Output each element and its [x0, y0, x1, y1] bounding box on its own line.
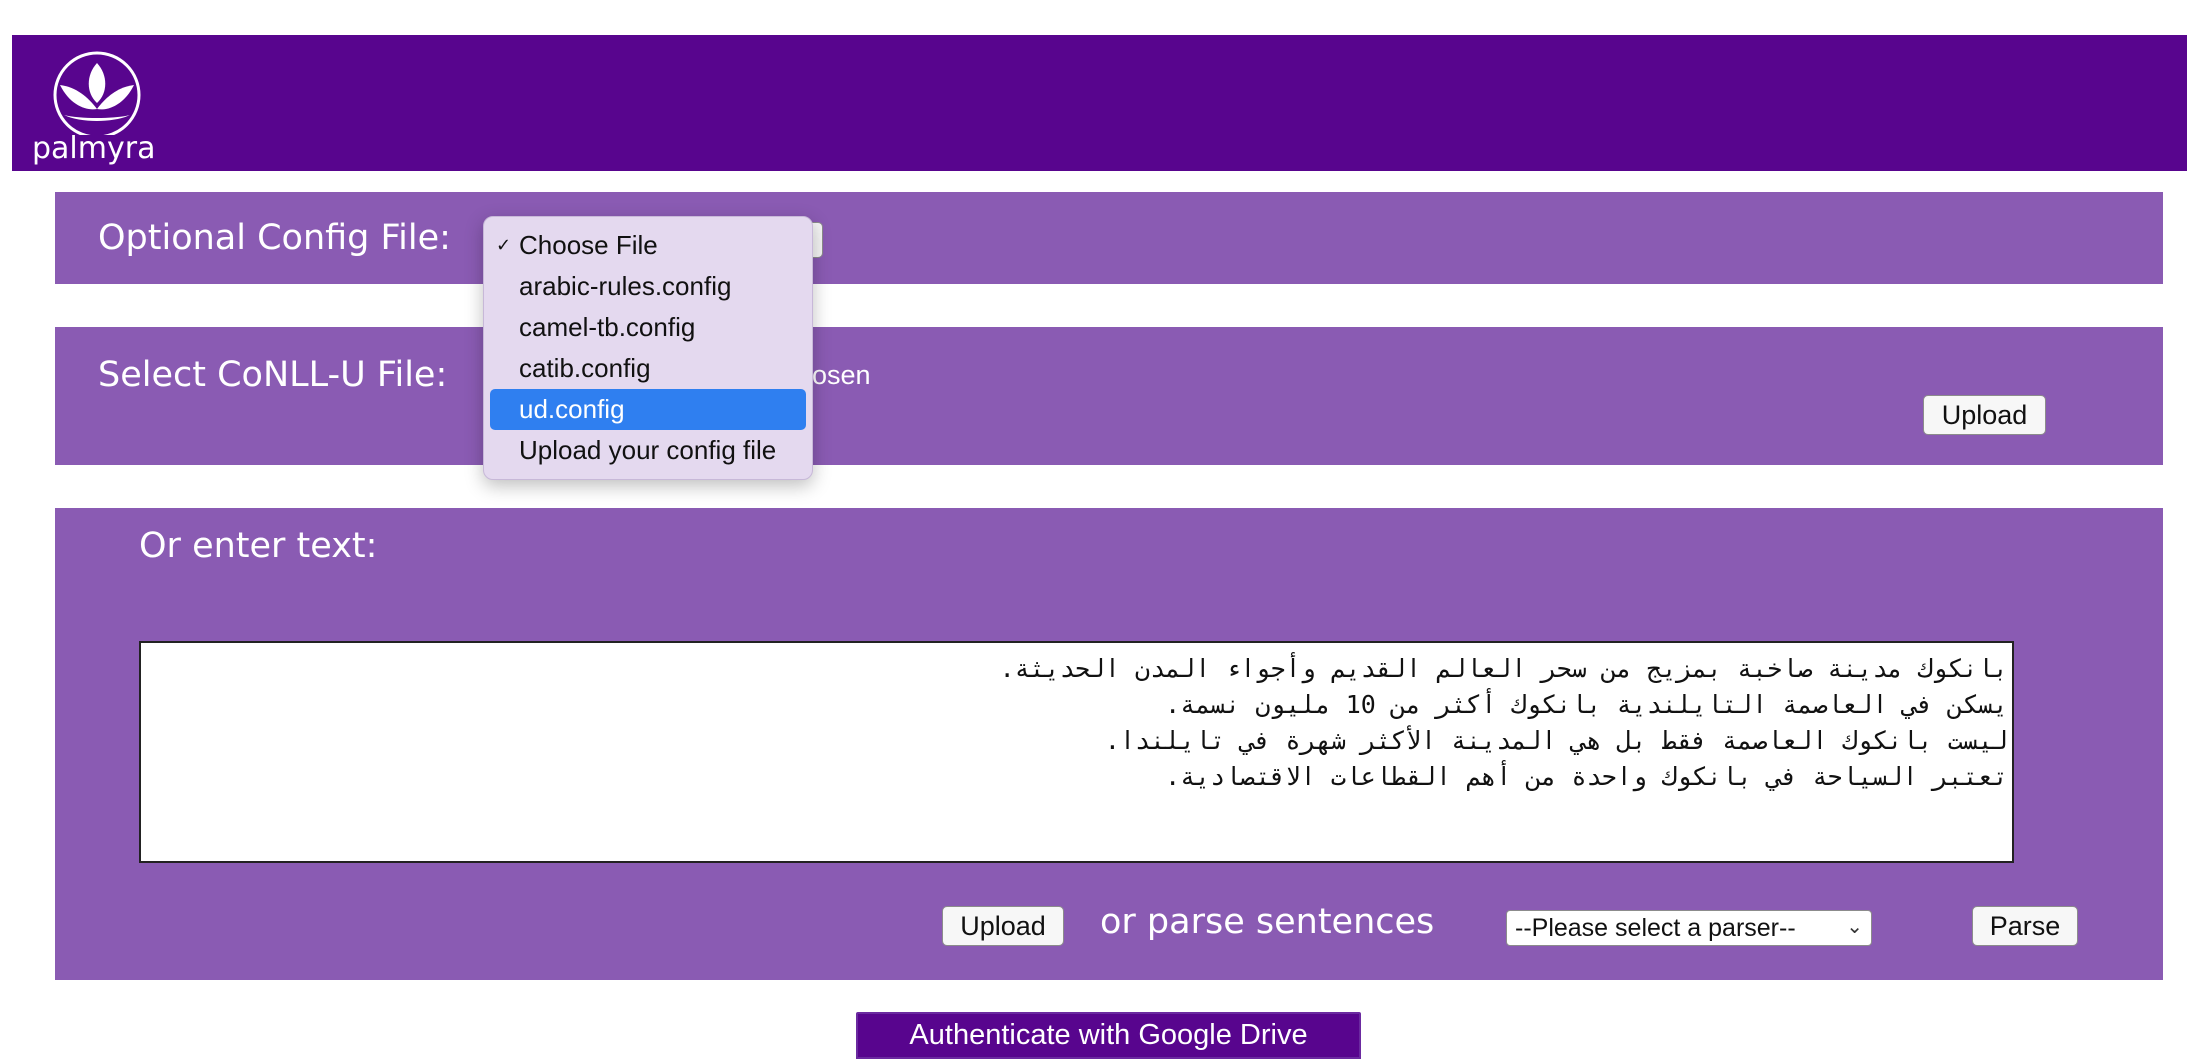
checkmark-icon: ✓	[496, 235, 512, 255]
text-line: تعتبر السياحة في بانكوك واحدة من أهم الق…	[1165, 762, 2008, 791]
config-file-label: Optional Config File:	[98, 218, 451, 258]
logo-text: palmyra	[32, 131, 156, 166]
text-line: ليست بانكوك العاصمة فقط بل هي المدينة ال…	[1104, 726, 2008, 755]
dropdown-option-label: camel-tb.config	[519, 312, 696, 342]
parse-button[interactable]: Parse	[1972, 906, 2078, 946]
dropdown-option-choose-file[interactable]: ✓ Choose File	[490, 225, 806, 266]
dropdown-option-label: arabic-rules.config	[519, 271, 732, 301]
dropdown-option-catib[interactable]: catib.config	[490, 348, 806, 389]
parser-select[interactable]: --Please select a parser-- ⌄	[1506, 910, 1872, 946]
dropdown-option-arabic-rules[interactable]: arabic-rules.config	[490, 266, 806, 307]
app-header: palmyra	[12, 35, 2187, 171]
text-line: بانكوك مدينة صاخبة بمزيج من سحر العالم ا…	[999, 654, 2008, 683]
text-upload-button[interactable]: Upload	[942, 906, 1064, 946]
dropdown-option-label: Upload your config file	[519, 435, 777, 465]
config-file-dropdown: ✓ Choose File arabic-rules.config camel-…	[483, 216, 813, 480]
conllu-file-label: Select CoNLL-U File:	[98, 355, 448, 395]
parser-select-value: --Please select a parser--	[1515, 913, 1796, 942]
conllu-upload-button[interactable]: Upload	[1923, 395, 2046, 435]
sentence-textarea[interactable]: بانكوك مدينة صاخبة بمزيج من سحر العالم ا…	[139, 641, 2014, 863]
dropdown-option-label: catib.config	[519, 353, 651, 383]
conllu-file-panel: Select CoNLL-U File: Upload	[55, 327, 2163, 465]
config-file-panel: Optional Config File:	[55, 192, 2163, 284]
dropdown-option-ud[interactable]: ud.config	[490, 389, 806, 430]
chevron-down-icon: ⌄	[1846, 916, 1863, 938]
dropdown-option-camel-tb[interactable]: camel-tb.config	[490, 307, 806, 348]
palmyra-logo[interactable]: palmyra	[32, 43, 162, 166]
no-file-chosen-text: osen	[812, 360, 871, 390]
enter-text-label: Or enter text:	[139, 526, 378, 566]
dropdown-option-upload-config[interactable]: Upload your config file	[490, 430, 806, 471]
or-parse-sentences-text: or parse sentences	[1100, 902, 1435, 942]
dropdown-option-label: Choose File	[519, 230, 658, 260]
authenticate-google-drive-button[interactable]: Authenticate with Google Drive	[856, 1012, 1361, 1059]
lotus-icon	[53, 51, 141, 135]
dropdown-option-label: ud.config	[519, 394, 625, 424]
text-line: يسكن في العاصمة التايلندية بانكوك أكثر م…	[1165, 690, 2008, 719]
